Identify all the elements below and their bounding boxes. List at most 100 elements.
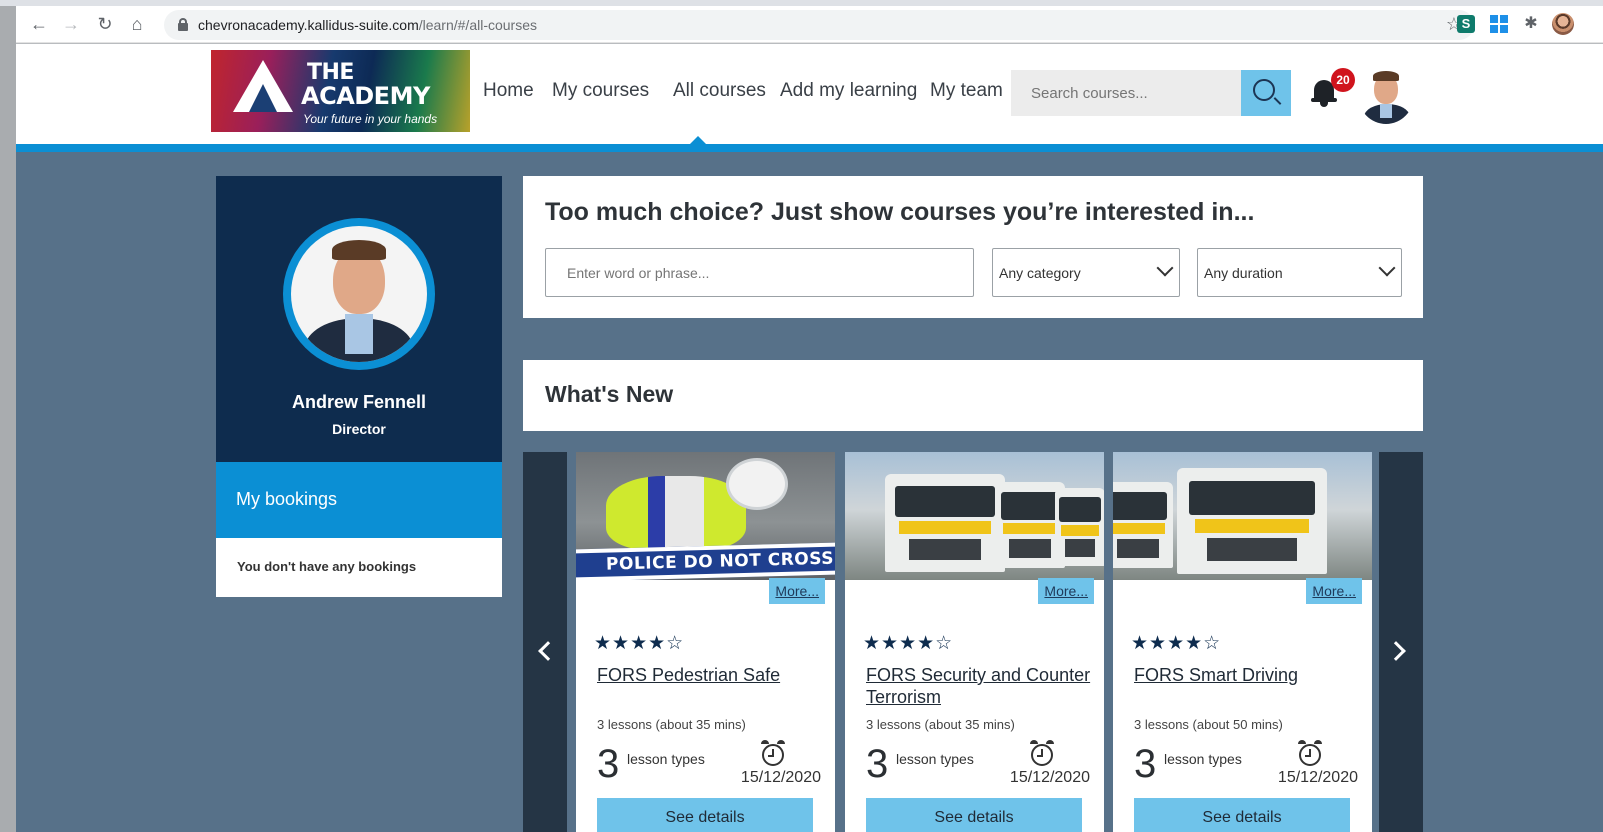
chevron-down-icon [1156,259,1174,277]
logo-mark-inner [249,84,277,112]
course-date: 15/12/2020 [740,769,821,786]
alarm-clock-bell-right [1046,740,1054,744]
police-tape-text: POLICE DO NOT CROSS [605,548,835,575]
keyword-input[interactable] [545,248,974,297]
course-card: More... ★★★★☆ FORS Security and Counter … [845,452,1104,832]
logo-tagline: Your future in your hands [303,112,438,126]
reload-icon[interactable]: ↻ [94,13,116,35]
nav-my-team[interactable]: My team [930,80,1003,102]
more-link[interactable]: More... [1306,578,1362,604]
lesson-type-label: lesson types [1164,751,1242,767]
alarm-clock-bell-left [1298,740,1306,744]
notification-badge: 20 [1331,68,1355,92]
chevron-down-icon [1378,259,1396,277]
extension-s-icon[interactable]: S [1457,15,1475,33]
see-details-button[interactable]: See details [866,798,1082,832]
carousel-prev-button[interactable] [523,452,567,832]
duration-select[interactable]: Any duration [1197,248,1402,297]
course-date: 15/12/2020 [1009,769,1090,786]
star-rating: ★★★★☆ [594,633,685,654]
helmet-illustration [726,458,788,510]
alarm-clock-bell-right [777,740,785,744]
lesson-type-count: 3 [1134,742,1157,786]
lesson-summary: 3 lessons (about 50 mins) [1134,717,1283,732]
browser-toolbar: ← → ↻ ⌂ chevronacademy.kallidus-suite.co… [16,6,1603,43]
course-title-link[interactable]: FORS Pedestrian Safe [597,664,822,686]
chevron-left-icon [538,641,558,661]
search-button[interactable] [1241,70,1291,116]
nav-my-courses[interactable]: My courses [552,80,649,102]
lesson-type-count: 3 [597,742,620,786]
header-accent-bar [16,144,1603,152]
truck-illustration [1177,468,1327,574]
course-image[interactable] [845,452,1104,580]
course-image[interactable] [1113,452,1372,580]
lesson-type-count: 3 [866,742,889,786]
course-title-link[interactable]: FORS Smart Driving [1134,664,1359,686]
bookings-empty-text: You don't have any bookings [237,559,417,574]
star-rating: ★★★★☆ [1131,633,1222,654]
profile-role: Director [332,421,386,437]
profile-photo[interactable] [291,226,427,362]
academy-logo[interactable]: THE ACADEMY Your future in your hands [211,50,470,132]
nav-home[interactable]: Home [483,80,534,102]
url-path: /learn/#/all-courses [418,17,538,33]
star-rating: ★★★★☆ [863,633,954,654]
more-link[interactable]: More... [1038,578,1094,604]
course-image[interactable]: POLICE DO NOT CROSS [576,452,835,580]
alarm-clock-bell-left [1030,740,1038,744]
lesson-summary: 3 lessons (about 35 mins) [866,717,1015,732]
extensions-puzzle-icon[interactable]: ✱ [1522,15,1540,33]
course-search-input[interactable] [1011,70,1241,116]
see-details-button[interactable]: See details [1134,798,1350,832]
whats-new-header: What's New [523,360,1423,431]
logo-line2: ACADEMY [301,82,430,110]
truck-illustration [885,474,1005,572]
alarm-clock-icon [1299,744,1321,766]
chevron-right-icon [1386,641,1406,661]
alarm-clock-icon [1031,744,1053,766]
see-details-button[interactable]: See details [597,798,813,832]
forward-icon[interactable]: → [60,13,82,35]
category-select[interactable]: Any category [992,248,1180,297]
extension-windows-icon[interactable] [1490,15,1508,33]
lock-icon [178,18,188,31]
profile-name: Andrew Fennell [291,392,426,412]
nav-all-courses[interactable]: All courses [673,80,766,102]
course-filter-panel: Too much choice? Just show courses you’r… [523,176,1423,318]
alarm-clock-bell-left [761,740,769,744]
course-card: POLICE DO NOT CROSS More... ★★★★☆ FORS P… [576,452,835,832]
whats-new-title: What's New [545,381,674,407]
motorcycle-illustration [606,476,746,550]
lesson-type-label: lesson types [627,751,705,767]
alarm-clock-icon [762,744,784,766]
bookings-panel: You don't have any bookings [216,538,502,597]
carousel-next-button[interactable] [1379,452,1423,832]
truck-illustration [1113,482,1173,568]
user-avatar[interactable] [1358,66,1414,124]
browser-profile-avatar[interactable] [1552,13,1574,35]
alarm-clock-bell-right [1314,740,1322,744]
category-select-value: Any category [999,265,1081,281]
search-icon-handle [1273,97,1282,105]
duration-select-value: Any duration [1204,265,1283,281]
home-icon[interactable]: ⌂ [126,13,148,35]
profile-photo-frame [283,218,435,370]
my-bookings-title: My bookings [236,489,338,509]
my-bookings-header[interactable]: My bookings [216,462,502,538]
address-bar[interactable]: chevronacademy.kallidus-suite.com/learn/… [164,10,1474,40]
active-nav-indicator [690,136,706,144]
back-icon[interactable]: ← [28,13,50,35]
course-date: 15/12/2020 [1277,769,1358,786]
course-title-link[interactable]: FORS Security and Counter Terrorism [866,664,1091,708]
more-link[interactable]: More... [769,578,825,604]
nav-add-my-learning[interactable]: Add my learning [780,80,917,102]
site-header: THE ACADEMY Your future in your hands Ho… [16,44,1603,144]
url-host: chevronacademy.kallidus-suite.com [198,17,419,33]
lesson-summary: 3 lessons (about 35 mins) [597,717,746,732]
lesson-type-label: lesson types [896,751,974,767]
url-text: chevronacademy.kallidus-suite.com/learn/… [198,17,537,33]
filter-title: Too much choice? Just show courses you’r… [545,198,1255,226]
search-icon [1253,79,1275,101]
window-left-edge [0,6,16,832]
